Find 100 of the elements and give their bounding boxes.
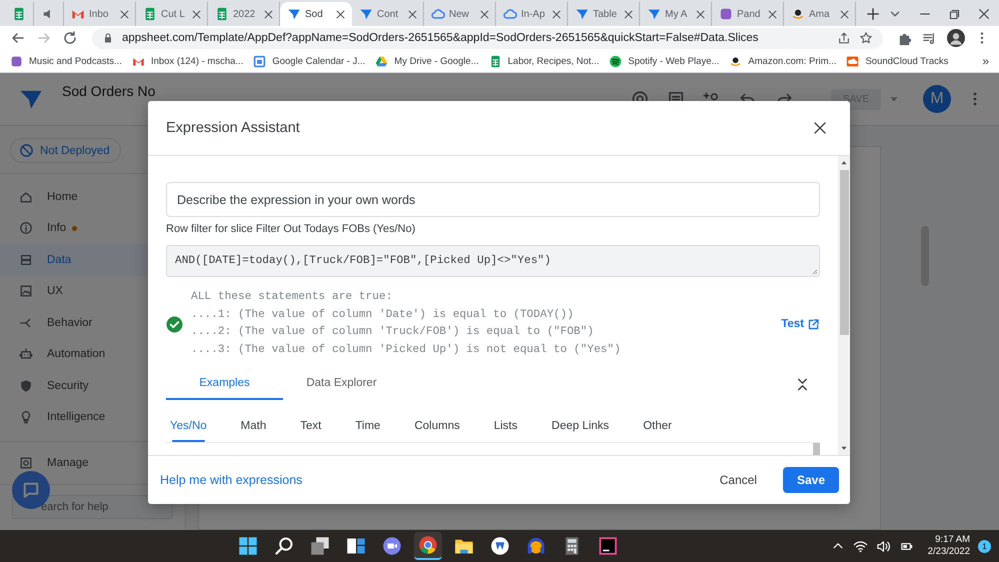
bookmark[interactable]: SoundCloud Tracks xyxy=(846,54,948,68)
nav-item[interactable]: Automation xyxy=(0,338,185,370)
close-icon[interactable] xyxy=(191,8,202,20)
browser-tab[interactable]: Pand xyxy=(712,2,784,26)
url-text: appsheet.com/Template/AppDef?appName=SodOrders-2651565&appId=SodOrders-2651565&quickStart=False#Data.Slices xyxy=(122,32,760,44)
triangle-icon xyxy=(359,7,373,21)
triangle-icon xyxy=(287,7,301,21)
search-icon xyxy=(274,536,294,556)
bookmark[interactable]: Spotify - Web Playe... xyxy=(609,54,720,68)
lightbulb-icon xyxy=(19,410,33,424)
test-link[interactable]: Test xyxy=(781,318,820,330)
bookmark[interactable]: Amazon.com: Prim... xyxy=(729,54,836,68)
category-tab[interactable]: Lists xyxy=(490,414,518,442)
robot-icon xyxy=(19,347,33,362)
bookmark[interactable]: Music and Podcasts... xyxy=(10,54,122,68)
address-bar[interactable]: appsheet.com/Template/AppDef?appName=SodOrders-2651565&appId=SodOrders-2651565&quickStart=False#Data.Slices xyxy=(92,28,883,48)
cancel-button[interactable]: Cancel xyxy=(714,472,763,488)
headphones-icon xyxy=(526,536,546,556)
round-app-icon xyxy=(490,536,510,556)
category-tab[interactable]: Other xyxy=(639,414,672,442)
tab[interactable]: Examples xyxy=(166,368,283,400)
image-icon xyxy=(19,284,33,298)
browser-tab[interactable]: In-Ap xyxy=(496,2,568,26)
restore-icon[interactable] xyxy=(948,8,961,21)
browser-tab[interactable]: Table xyxy=(568,2,640,26)
tab[interactable]: Data Explorer xyxy=(283,368,400,400)
category-tab[interactable]: Math xyxy=(236,414,266,442)
cloud-icon xyxy=(503,7,517,21)
browser-tab[interactable]: New xyxy=(424,2,496,26)
category-tab[interactable]: Deep Links xyxy=(548,414,610,442)
bookmark[interactable]: My Drive - Google... xyxy=(375,54,479,68)
close-icon[interactable] xyxy=(407,8,418,20)
browser-tab[interactable]: Cut L xyxy=(136,2,208,26)
explanation-line: ....1: (The value of column 'Date') is equal to (TODAY()) xyxy=(191,308,575,322)
close-icon[interactable] xyxy=(812,120,828,136)
save-button[interactable]: Save xyxy=(782,467,839,493)
smile-icon xyxy=(791,7,805,21)
close-icon[interactable] xyxy=(767,8,778,20)
cloud-icon xyxy=(431,7,445,21)
new-tab-icon[interactable] xyxy=(866,7,880,21)
close-icon[interactable] xyxy=(551,8,562,20)
explanation-line: ....3: (The value of column 'Picked Up') is not equal to ("Yes") xyxy=(191,342,622,358)
home-icon xyxy=(19,190,33,204)
close-icon[interactable] xyxy=(479,8,490,20)
video-chat-icon xyxy=(382,536,402,556)
browser-tab[interactable]: My A xyxy=(640,2,712,26)
bookmark[interactable]: Labor, Recipes, Not... xyxy=(488,54,600,68)
clock-date: 2/23/2022 xyxy=(928,546,970,558)
description-field[interactable]: Describe the expression in your own words xyxy=(166,182,820,217)
notification-badge[interactable]: 1 xyxy=(978,540,991,552)
triangle-icon xyxy=(375,54,388,68)
browser-tab[interactable]: Inbo xyxy=(64,2,136,26)
wifi-icon xyxy=(852,538,868,554)
reload-icon[interactable] xyxy=(62,30,78,46)
scrollbar[interactable] xyxy=(838,156,850,455)
gear-square-icon xyxy=(19,456,33,470)
star-icon[interactable] xyxy=(859,31,873,45)
status-chip[interactable]: Not Deployed xyxy=(10,138,121,163)
close-icon[interactable] xyxy=(119,8,130,20)
app-title: Sod Orders No xyxy=(62,84,156,99)
browser-tab[interactable]: Sod xyxy=(280,2,352,26)
info-icon xyxy=(19,221,33,236)
close-icon[interactable] xyxy=(839,8,850,20)
close-icon[interactable] xyxy=(695,8,706,20)
close-icon[interactable] xyxy=(977,7,991,21)
nav-item[interactable]: Behavior xyxy=(0,307,185,338)
close-icon[interactable] xyxy=(623,8,634,20)
explanation-line: ALL these statements are true: xyxy=(191,290,394,305)
task-view-icon xyxy=(310,536,330,556)
category-tab[interactable]: Time xyxy=(351,414,380,442)
category-tab[interactable]: Text xyxy=(296,414,322,442)
more-bookmarks[interactable]: » xyxy=(982,54,989,68)
taskbar-app[interactable] xyxy=(414,532,442,560)
media-icon[interactable] xyxy=(922,30,937,46)
scrollbar[interactable] xyxy=(813,443,820,455)
external-link-icon xyxy=(807,318,820,330)
browser-tab[interactable]: 2022 xyxy=(208,2,280,26)
browser-tab[interactable]: Cont xyxy=(352,2,424,26)
browser-icon xyxy=(418,535,438,555)
share-icon[interactable] xyxy=(837,31,851,45)
bookmark[interactable]: Google Calendar - J... xyxy=(253,54,366,68)
dialog-title: Expression Assistant xyxy=(166,120,300,136)
browser-tab[interactable]: Ama xyxy=(784,2,856,26)
nav-item[interactable]: UX xyxy=(0,276,185,307)
bookmark[interactable]: Inbox (124) - mscha... xyxy=(132,54,244,68)
triangle-icon xyxy=(647,7,661,21)
avatar-icon[interactable] xyxy=(947,29,965,47)
avatar[interactable]: M xyxy=(923,85,951,113)
close-icon[interactable] xyxy=(335,8,346,20)
spreadsheet-icon xyxy=(12,7,26,21)
category-tab[interactable]: Columns xyxy=(410,414,460,442)
category-tab[interactable]: Yes/No xyxy=(166,414,207,442)
app-icon xyxy=(719,7,733,21)
cloud-icon xyxy=(846,54,860,68)
expression-field[interactable]: AND([DATE]=today(),[Truck/FOB]="FOB",[Picked Up]<>"Yes") xyxy=(166,245,820,277)
close-icon[interactable] xyxy=(263,8,274,20)
widgets-icon xyxy=(346,536,366,556)
spreadsheet-icon xyxy=(143,7,157,21)
help-link[interactable]: Help me with expressions xyxy=(160,473,302,487)
collapse-icon[interactable] xyxy=(795,376,810,392)
